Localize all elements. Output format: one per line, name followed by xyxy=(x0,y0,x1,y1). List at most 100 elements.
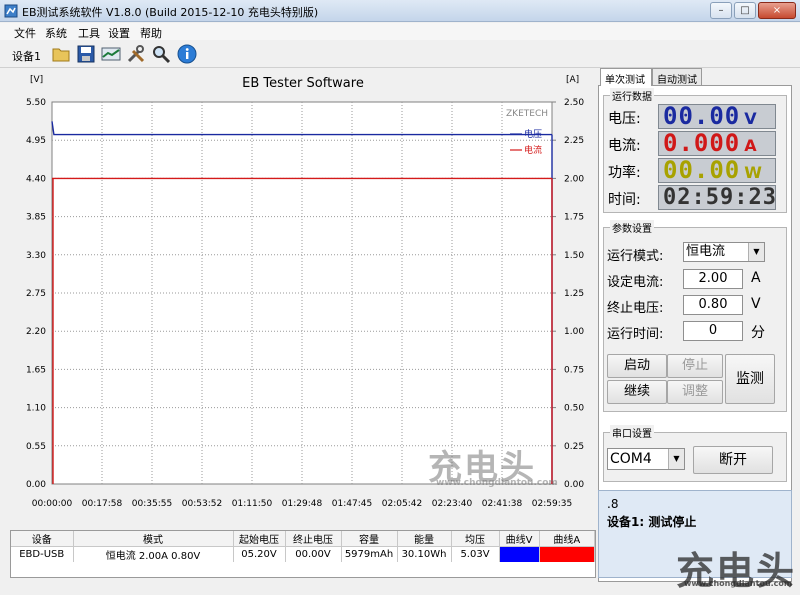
x-tick-label: 00:00:00 xyxy=(32,499,73,509)
stop-voltage-unit: V xyxy=(751,296,761,312)
header-end-voltage: 终止电压 xyxy=(285,531,342,547)
current-unit: A xyxy=(744,136,758,155)
cell-avg-voltage: 5.03V xyxy=(451,546,500,562)
serial-title: 串口设置 xyxy=(610,425,654,440)
menu-file[interactable]: 文件 xyxy=(14,25,36,41)
header-curve-a: 曲线A xyxy=(539,531,595,547)
header-curve-v: 曲线V xyxy=(499,531,540,547)
power-unit: W xyxy=(744,163,763,182)
y-tick-label-left: 2.20 xyxy=(26,327,46,337)
search-icon[interactable] xyxy=(150,43,172,65)
close-button[interactable]: × xyxy=(758,2,796,19)
x-tick-label: 00:35:55 xyxy=(132,499,172,509)
stop-voltage-input[interactable]: 0.80 xyxy=(683,295,743,315)
current-display: 0.000 A xyxy=(658,131,776,156)
voltage-value: 00.00 xyxy=(663,102,741,130)
cell-capacity: 5979mAh xyxy=(341,546,398,562)
y-tick-label-left: 3.30 xyxy=(26,251,46,261)
monitor-button[interactable]: 监测 xyxy=(725,354,775,404)
y-tick-label-right: 0.75 xyxy=(564,365,584,375)
voltage-unit: V xyxy=(744,109,758,128)
watermark-url: www.chongdiantou.com xyxy=(436,478,558,488)
y-tick-label-right: 2.00 xyxy=(564,174,584,184)
chevron-down-icon: ▼ xyxy=(668,449,684,469)
x-tick-label: 00:53:52 xyxy=(182,499,222,509)
stop-voltage-label: 终止电压: xyxy=(607,301,664,316)
watermark-url-large: www.chongdiantou.com xyxy=(684,579,793,588)
y-tick-label-right: 2.50 xyxy=(564,98,584,108)
current-label: 电流: xyxy=(608,138,641,154)
x-tick-label: 02:23:40 xyxy=(432,499,473,509)
adjust-button[interactable]: 调整 xyxy=(667,380,723,404)
y-tick-label-left: 4.95 xyxy=(26,136,46,146)
legend-label: 电流 xyxy=(524,144,542,156)
menu-settings[interactable]: 设置 xyxy=(108,25,130,41)
menu-system[interactable]: 系统 xyxy=(45,25,67,41)
power-display: 00.00 W xyxy=(658,158,776,183)
voltage-display: 00.00 V xyxy=(658,104,776,129)
tools-icon[interactable] xyxy=(125,43,147,65)
device-selector[interactable]: 设备1 xyxy=(12,48,41,64)
toolbar: 设备1 xyxy=(0,40,800,68)
x-tick-label: 02:05:42 xyxy=(382,499,422,509)
window-title: EB测试系统软件 V1.8.0 (Build 2015-12-10 充电头特别版… xyxy=(22,6,319,19)
header-device: 设备 xyxy=(11,531,74,547)
y-tick-label-left: 3.85 xyxy=(26,213,46,223)
curve-a-color-swatch[interactable] xyxy=(539,547,594,562)
maximize-button[interactable]: □ xyxy=(734,2,756,19)
info-icon[interactable] xyxy=(176,43,198,65)
tab-single-test[interactable]: 单次测试 xyxy=(600,68,652,86)
menu-bar: 文件 系统 工具 设置 帮助 xyxy=(0,23,800,40)
y-tick-label-right: 0.50 xyxy=(564,404,584,414)
voltage-label: 电压: xyxy=(608,111,641,127)
app-icon xyxy=(4,4,18,18)
mode-select-value: 恒电流 xyxy=(686,244,726,259)
y-tick-label-right: 0.25 xyxy=(564,442,584,452)
power-value: 00.00 xyxy=(663,156,741,184)
y-tick-label-left: 0.00 xyxy=(26,480,46,490)
run-time-input[interactable]: 0 xyxy=(683,321,743,341)
header-start-voltage: 起始电压 xyxy=(233,531,286,547)
run-time-unit: 分 xyxy=(751,325,765,341)
time-label: 时间: xyxy=(608,192,641,208)
disconnect-button[interactable]: 断开 xyxy=(693,446,773,474)
cell-start-voltage: 05.20V xyxy=(233,546,286,562)
minimize-button[interactable]: – xyxy=(710,2,732,19)
tab-auto-test[interactable]: 自动测试 xyxy=(652,68,702,86)
y-tick-label-right: 1.75 xyxy=(564,213,584,223)
x-tick-label: 02:41:38 xyxy=(482,499,523,509)
port-select-value: COM4 xyxy=(610,451,652,467)
header-avg-voltage: 均压 xyxy=(451,531,500,547)
menu-tools[interactable]: 工具 xyxy=(78,25,100,41)
table-row[interactable]: EBD-USB 恒电流 2.00A 0.80V 05.20V 00.00V 59… xyxy=(11,546,595,562)
status-message: 设备1: 测试停止 xyxy=(607,515,697,529)
y-tick-label-right: 1.00 xyxy=(564,327,584,337)
params-title: 参数设置 xyxy=(610,220,654,235)
port-select[interactable]: COM4 ▼ xyxy=(607,448,685,470)
time-display: 02:59:23 xyxy=(658,185,776,210)
y-tick-label-left: 1.65 xyxy=(26,365,46,375)
legend-label: 电压 xyxy=(524,128,542,140)
y-tick-label-right: 1.50 xyxy=(564,251,584,261)
save-icon[interactable] xyxy=(75,43,97,65)
mode-label: 运行模式: xyxy=(607,249,664,264)
title-bar: EB测试系统软件 V1.8.0 (Build 2015-12-10 充电头特别版… xyxy=(0,0,800,22)
mode-select[interactable]: 恒电流 ▼ xyxy=(683,242,765,262)
set-current-input[interactable]: 2.00 xyxy=(683,269,743,289)
header-energy: 能量 xyxy=(397,531,452,547)
continue-button[interactable]: 继续 xyxy=(607,380,667,404)
cell-mode: 恒电流 2.00A 0.80V xyxy=(73,546,234,562)
stop-button[interactable]: 停止 xyxy=(667,354,723,378)
status-code: .8 xyxy=(607,497,619,511)
x-tick-label: 01:29:48 xyxy=(282,499,323,509)
cell-end-voltage: 00.00V xyxy=(285,546,342,562)
x-tick-label: 01:47:45 xyxy=(332,499,372,509)
current-value: 0.000 xyxy=(663,129,741,157)
curve-v-color-swatch[interactable] xyxy=(499,547,539,562)
menu-help[interactable]: 帮助 xyxy=(140,25,162,41)
start-button[interactable]: 启动 xyxy=(607,354,667,378)
open-icon[interactable] xyxy=(50,43,72,65)
stats-table: 设备 模式 起始电压 终止电压 容量 能量 均压 曲线V 曲线A EBD-USB… xyxy=(10,530,596,578)
chart-icon[interactable] xyxy=(100,43,122,65)
x-tick-label: 01:11:50 xyxy=(232,499,273,509)
